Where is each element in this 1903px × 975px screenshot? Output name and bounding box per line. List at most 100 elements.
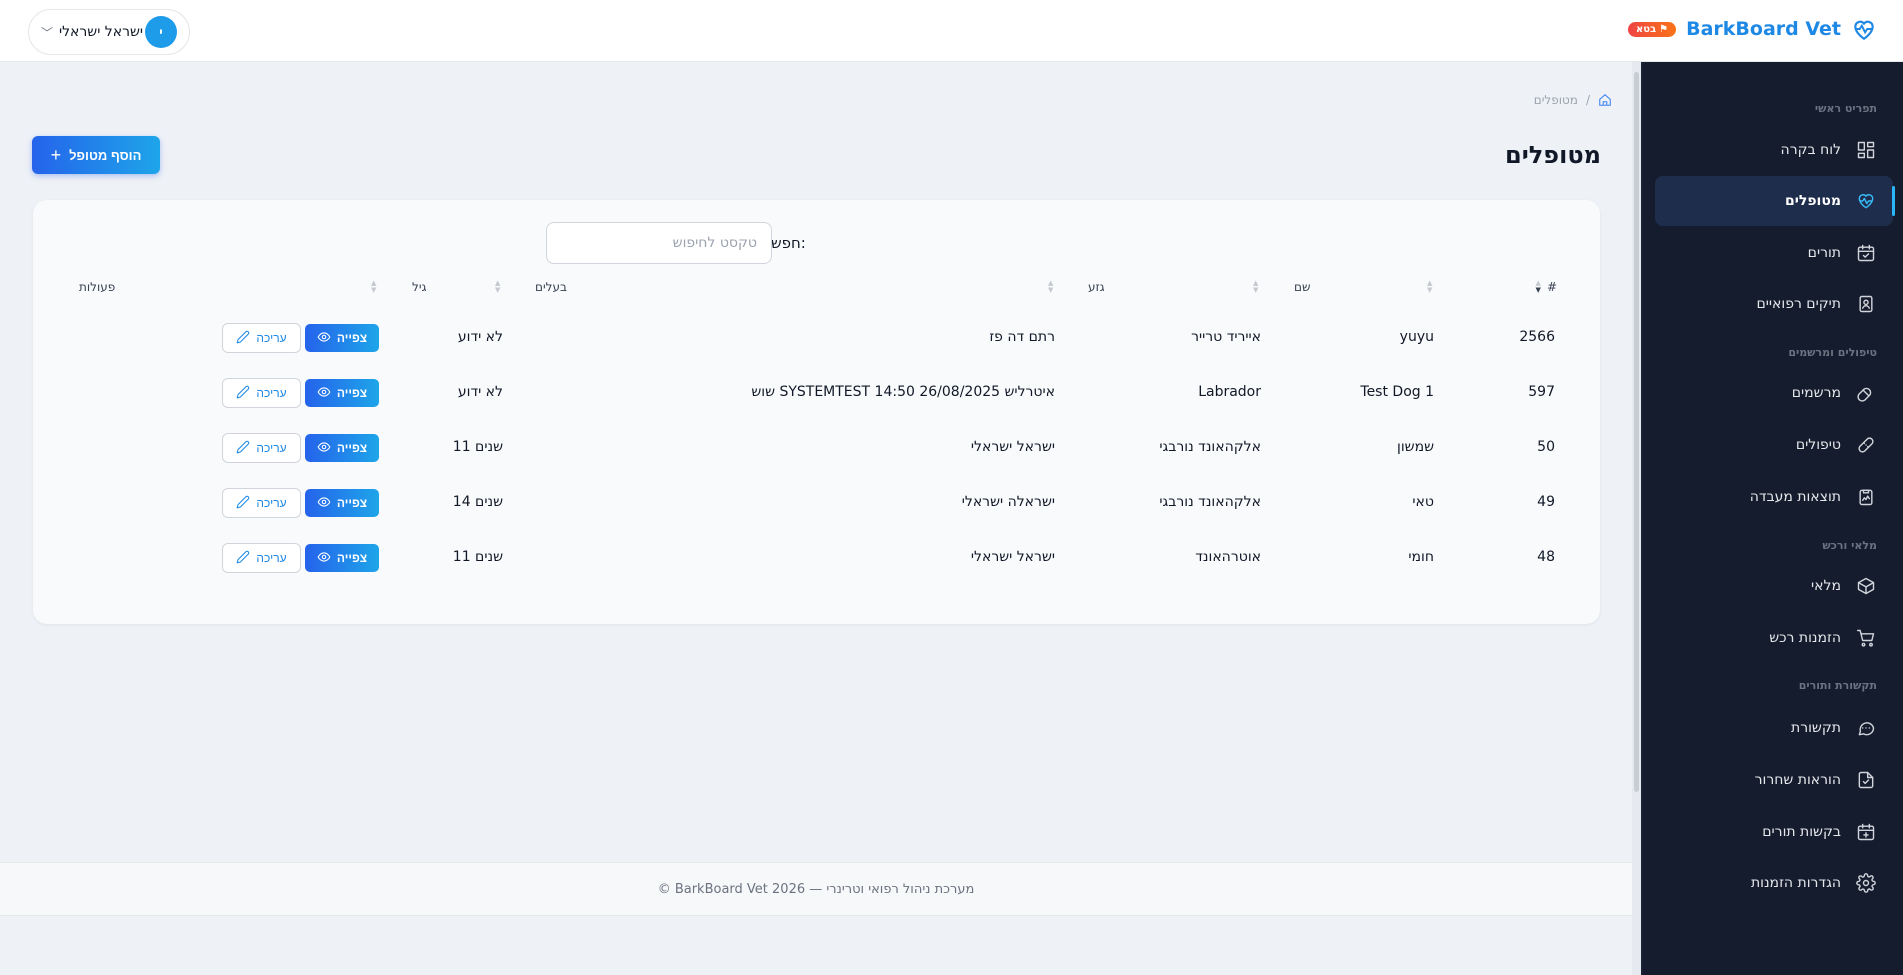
column-label: #	[1546, 280, 1557, 294]
edit-button[interactable]: עריכה	[222, 323, 301, 353]
search-label: חפש:	[771, 234, 806, 252]
view-label: צפייה	[336, 551, 368, 565]
sort-icon-age[interactable]: ▲ ▼	[495, 280, 500, 294]
cell-owner: ישראלה ישראלי	[961, 494, 1055, 510]
sort-icon: ▲ ▼	[1535, 279, 1541, 294]
user-menu[interactable]: ﹀ ישראל ישראלי י	[28, 9, 190, 55]
cell-age: 11 שנים	[452, 439, 503, 455]
view-button[interactable]: צפייה	[305, 434, 379, 462]
sidebar-item-communication[interactable]: תקשורת	[1655, 703, 1893, 753]
top-header: ﹀ ישראל ישראלי י בטא ⚑ BarkBoard Vet	[0, 0, 1903, 62]
plus-icon: +	[50, 145, 62, 165]
breadcrumb: מטופלים /	[1534, 93, 1612, 107]
add-patient-button[interactable]: + הוסף מטופל	[32, 136, 160, 174]
heart-pulse-icon	[1855, 190, 1877, 212]
view-label: צפייה	[336, 331, 368, 345]
sort-icon-owner[interactable]: ▲ ▼	[1048, 280, 1053, 294]
add-patient-label: הוסף מטופל	[69, 147, 142, 163]
sidebar-item-treatments[interactable]: טיפולים	[1655, 420, 1893, 470]
pencil-icon	[236, 495, 250, 512]
cell-owner: רתם דה פז	[989, 329, 1055, 345]
column-header-age[interactable]: גיל	[412, 280, 426, 294]
sidebar-item-label: מלאי	[1811, 578, 1841, 594]
dashboard-icon	[1855, 139, 1877, 161]
eye-icon	[317, 330, 331, 347]
sort-icon: ▲ ▼	[1253, 279, 1259, 294]
sidebar-item-label: תורים	[1807, 245, 1841, 261]
sort-icon-name[interactable]: ▲ ▼	[1427, 280, 1432, 294]
cell-age: לא ידוע	[457, 384, 503, 400]
sidebar-item-label: לוח בקרה	[1780, 142, 1841, 158]
sort-icon-breed[interactable]: ▲ ▼	[1253, 280, 1258, 294]
edit-label: עריכה	[256, 386, 287, 400]
sidebar-item-appointments[interactable]: תורים	[1655, 228, 1893, 278]
chat-icon	[1855, 717, 1877, 739]
pencil-icon	[236, 385, 250, 402]
sort-icon: ▲ ▼	[495, 279, 501, 294]
pencil-icon	[236, 440, 250, 457]
pill-icon	[1855, 382, 1877, 404]
eye-icon	[317, 440, 331, 457]
column-header-owner[interactable]: בעלים	[535, 280, 567, 294]
main-scrollbar[interactable]	[1632, 62, 1641, 975]
sidebar-item-label: בקשות תורים	[1762, 824, 1841, 840]
view-label: צפייה	[336, 386, 368, 400]
eye-icon	[317, 495, 331, 512]
sidebar-item-dashboard[interactable]: לוח בקרה	[1655, 125, 1893, 175]
view-button[interactable]: צפייה	[305, 489, 379, 517]
edit-button[interactable]: עריכה	[222, 378, 301, 408]
cell-owner: שוש SYSTEMTEST איטרליש 26/08/2025 14:50	[751, 384, 1055, 400]
sidebar-item-prescriptions[interactable]: מרשמים	[1655, 368, 1893, 418]
column-header-name[interactable]: שם	[1294, 280, 1310, 294]
beta-label: בטא	[1635, 23, 1657, 35]
column-header-breed[interactable]: גזע	[1088, 280, 1105, 294]
cell-id: 50	[1537, 439, 1555, 455]
column-label: גזע	[1088, 280, 1105, 294]
sidebar-item-inventory[interactable]: מלאי	[1655, 561, 1893, 611]
breadcrumb-current: מטופלים	[1533, 93, 1578, 107]
calendar-check-icon	[1855, 242, 1877, 264]
box-icon	[1855, 575, 1877, 597]
avatar: י	[144, 16, 177, 48]
sidebar: תפריט ראשי לוח בקרה מטופלים תורים תיקים …	[1634, 62, 1903, 975]
calendar-plus-icon	[1855, 821, 1877, 843]
column-label: שם	[1294, 280, 1311, 294]
sidebar-item-order-settings[interactable]: הגדרות הזמנות	[1655, 858, 1893, 908]
main-scroll-thumb[interactable]	[1634, 72, 1639, 792]
cell-id: 2566	[1519, 329, 1555, 345]
edit-button[interactable]: עריכה	[222, 488, 301, 518]
brand[interactable]: בטא ⚑ BarkBoard Vet	[1627, 16, 1877, 42]
column-header-id[interactable]: ▲ ▼ #	[1535, 279, 1557, 295]
view-button[interactable]: צפייה	[305, 544, 379, 572]
cell-name: טאי	[1412, 494, 1434, 510]
edit-button[interactable]: עריכה	[222, 543, 301, 573]
sidebar-item-medical-records[interactable]: תיקים רפואיים	[1655, 279, 1893, 329]
cell-id: 49	[1537, 494, 1555, 510]
sidebar-item-label: מטופלים	[1785, 193, 1841, 209]
sidebar-section-treatments: טיפולים ומרשמים	[1788, 346, 1877, 359]
home-icon[interactable]	[1598, 93, 1612, 107]
column-label: גיל	[412, 280, 427, 294]
edit-label: עריכה	[256, 496, 287, 510]
sidebar-item-lab-results[interactable]: תוצאות מעבדה	[1655, 472, 1893, 522]
column-label: בעלים	[535, 280, 567, 294]
search-input[interactable]	[546, 222, 772, 264]
flag-icon: ⚑	[1659, 23, 1669, 35]
sidebar-item-appointment-requests[interactable]: בקשות תורים	[1655, 807, 1893, 857]
edit-label: עריכה	[256, 441, 287, 455]
view-button[interactable]: צפייה	[305, 379, 379, 407]
heart-pulse-logo-icon	[1854, 20, 1874, 41]
edit-button[interactable]: עריכה	[222, 433, 301, 463]
footer-text: © BarkBoard Vet 2026 — מערכת ניהול רפואי…	[657, 881, 975, 897]
view-button[interactable]: צפייה	[305, 324, 379, 352]
sidebar-item-patients[interactable]: מטופלים	[1655, 176, 1895, 226]
breadcrumb-separator: /	[1585, 93, 1590, 107]
cell-name: yuyu	[1399, 329, 1434, 345]
edit-label: עריכה	[256, 331, 287, 345]
sidebar-item-purchase-orders[interactable]: הזמנות רכש	[1655, 613, 1893, 663]
sidebar-item-label: הוראות שחרור	[1754, 772, 1841, 788]
sort-icon-actions[interactable]: ▲ ▼	[371, 280, 376, 294]
sidebar-item-discharge[interactable]: הוראות שחרור	[1655, 755, 1893, 805]
eye-icon	[317, 385, 331, 402]
edit-label: עריכה	[256, 551, 287, 565]
